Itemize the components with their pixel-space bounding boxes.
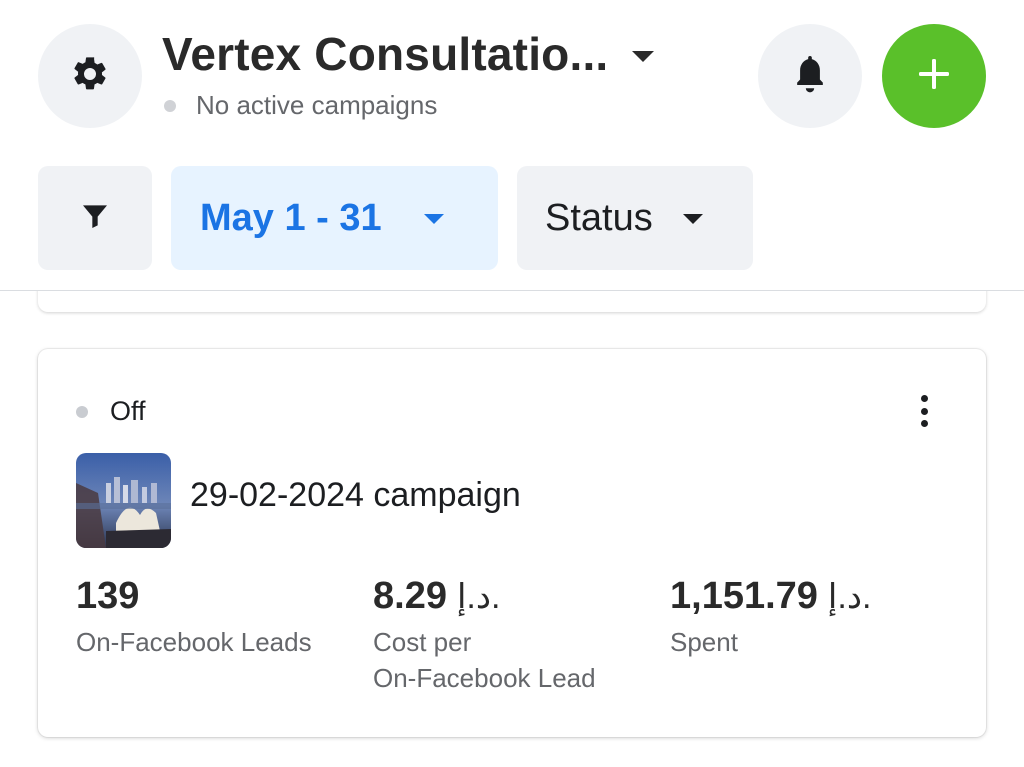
spent-value: 1,151.79 <box>670 575 818 617</box>
account-status-text: No active campaigns <box>196 90 438 120</box>
date-range-label: May 1 - 31 <box>200 196 382 239</box>
status-dot <box>76 405 88 418</box>
chevron-down-icon[interactable] <box>632 50 655 62</box>
more-vertical-icon-dot <box>920 420 928 427</box>
metric-leads: 139 On-Facebook Leads <box>76 575 312 660</box>
metric-value: 8.29 د.إ. <box>373 575 596 618</box>
campaign-status: Off <box>76 396 146 427</box>
currency-label: د.إ. <box>827 578 872 616</box>
account-title[interactable]: Vertex Consultatio... <box>162 27 608 81</box>
status-dot <box>164 99 176 112</box>
previous-campaign-card[interactable] <box>38 291 986 312</box>
create-button[interactable] <box>882 24 986 128</box>
campaign-card[interactable]: Off 29-02-2024 campaign 139 On-Facebook … <box>38 349 986 737</box>
ads-manager-screen: Vertex Consultatio... No active campaign… <box>0 0 1024 767</box>
date-range-selector[interactable]: May 1 - 31 <box>171 166 498 270</box>
metric-label-line: On-Facebook Lead <box>373 663 596 693</box>
metric-value: 139 <box>76 575 312 618</box>
funnel-icon <box>79 200 111 237</box>
account-status: No active campaigns <box>162 90 722 121</box>
metric-label: Cost per On-Facebook Lead <box>373 624 596 696</box>
gear-icon <box>70 54 110 99</box>
status-filter[interactable]: Status <box>517 166 753 270</box>
leads-value: 139 <box>76 575 140 617</box>
metric-label: Spent <box>670 627 738 657</box>
campaign-name[interactable]: 29-02-2024 campaign <box>190 476 521 515</box>
more-vertical-icon <box>920 395 928 402</box>
chevron-down-icon <box>682 214 703 224</box>
campaign-status-text: Off <box>110 396 146 426</box>
metric-label: On-Facebook Leads <box>76 627 312 657</box>
settings-button[interactable] <box>38 24 142 128</box>
account-header: Vertex Consultatio... No active campaign… <box>162 26 722 121</box>
campaign-thumbnail <box>76 453 171 548</box>
metric-value: 1,151.79 د.إ. <box>670 575 871 618</box>
more-vertical-icon-dot <box>920 407 928 415</box>
notifications-button[interactable] <box>758 24 862 128</box>
currency-label: د.إ. <box>456 578 501 616</box>
bell-icon <box>788 52 832 101</box>
metric-cost-per-lead: 8.29 د.إ. Cost per On-Facebook Lead <box>373 575 596 696</box>
account-selector[interactable]: Vertex Consultatio... <box>162 26 722 82</box>
more-options-button[interactable] <box>910 393 938 429</box>
metric-spent: 1,151.79 د.إ. Spent <box>670 575 871 660</box>
plus-icon <box>917 57 951 96</box>
cost-per-lead-value: 8.29 <box>373 575 447 617</box>
divider <box>0 290 1024 291</box>
filter-button[interactable] <box>38 166 152 270</box>
chevron-down-icon <box>423 214 444 224</box>
metric-label-line: Cost per <box>373 627 472 657</box>
status-filter-label: Status <box>545 196 653 239</box>
